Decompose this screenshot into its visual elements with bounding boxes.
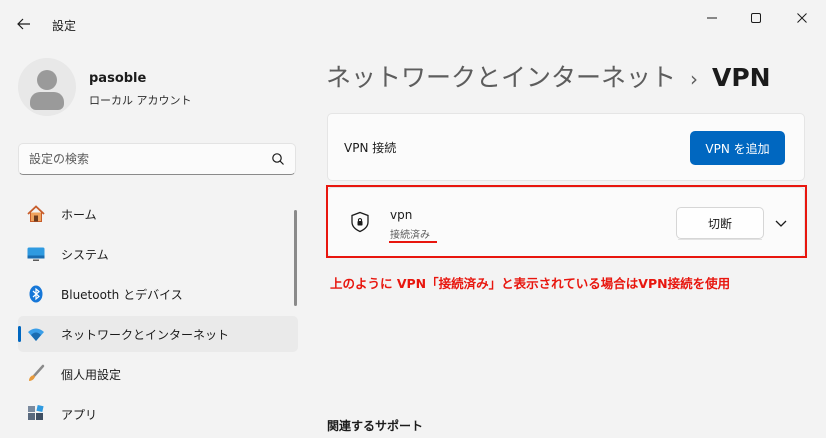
search-icon[interactable] [271,152,285,166]
status-underline [389,241,437,243]
sidebar-item-network[interactable]: ネットワークとインターネット [18,316,298,352]
shield-lock-icon [351,211,369,233]
active-indicator [18,326,21,342]
minimize-button[interactable] [694,6,730,30]
breadcrumb-separator: › [690,67,699,91]
sidebar-nav: ホーム システム Bluetooth とデバイス ネットワークとインターネット … [18,196,298,436]
settings-search[interactable] [18,143,296,175]
add-vpn-button[interactable]: VPN を追加 [690,131,785,165]
home-icon [27,205,45,222]
maximize-button[interactable] [738,6,774,30]
account-type: ローカル アカウント [89,94,192,107]
vpn-connections-card: VPN 接続 VPN を追加 [327,113,805,181]
vpn-connection-status: 接続済み [390,230,430,241]
sidebar-item-label: ホーム [61,208,97,222]
page-title: VPN [712,63,771,92]
maximize-icon [751,13,761,23]
sidebar-item-system[interactable]: システム [18,236,298,272]
sidebar-scrollbar[interactable] [294,210,297,306]
back-arrow-icon [17,18,30,30]
vpn-connection-name: vpn [390,208,413,222]
sidebar-item-bluetooth[interactable]: Bluetooth とデバイス [18,276,298,312]
sidebar-item-label: アプリ [61,408,98,422]
sidebar-item-label: 個人用設定 [61,368,122,382]
app-title: 設定 [52,19,77,33]
breadcrumb-parent[interactable]: ネットワークとインターネット [326,63,676,92]
apps-icon [28,404,44,420]
wifi-icon [28,328,44,341]
sidebar-item-home[interactable]: ホーム [18,196,298,232]
close-icon [797,13,807,23]
avatar [18,58,76,116]
chevron-down-icon[interactable] [772,214,790,232]
brush-icon [29,364,45,381]
sidebar-item-label: ネットワークとインターネット [61,328,230,342]
title-bar: 設定 [0,0,826,48]
system-icon [27,247,45,261]
related-support-heading: 関連するサポート [327,419,424,433]
divider [678,239,762,240]
bluetooth-icon [29,285,43,303]
vpn-connections-label: VPN 接続 [344,141,397,155]
disconnect-button[interactable]: 切断 [676,207,764,239]
user-name: pasoble [89,71,147,86]
sidebar-item-personalization[interactable]: 個人用設定 [18,356,298,392]
sidebar-item-apps[interactable]: アプリ [18,396,298,432]
search-input[interactable] [29,150,259,168]
close-button[interactable] [784,6,820,30]
sidebar-item-label: Bluetooth とデバイス [61,288,183,302]
sidebar-item-label: システム [61,248,109,262]
back-button[interactable] [10,12,38,36]
breadcrumb: ネットワークとインターネット › VPN [326,58,771,94]
minimize-icon [707,17,717,19]
annotation-text: 上のように VPN「接続済み」と表示されている場合はVPN接続を使用 [330,276,731,291]
vpn-connection-item[interactable]: vpn 接続済み 切断 [327,187,805,257]
